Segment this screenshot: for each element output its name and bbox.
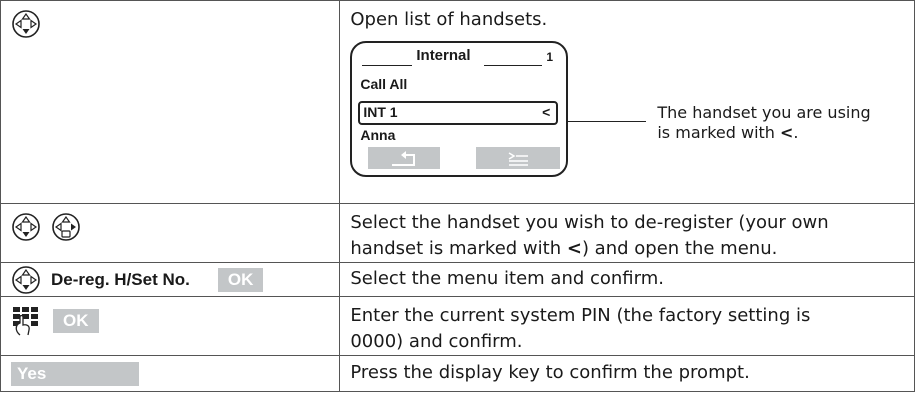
step-description: Press the display key to confirm the pro… [350,362,750,383]
own-handset-marker: < [566,238,582,259]
step-description: Open list of handsets. [350,9,548,30]
description-cell: Open list of handsets. Internal 1 Call A… [339,0,915,204]
control-key-down-icon [12,213,40,241]
softkey-left [368,147,441,169]
control-key-menu-icon [52,213,80,241]
instruction-table: Open list of handsets. Internal 1 Call A… [0,0,915,392]
action-cell [0,0,341,204]
callout-line [566,121,647,122]
callout-line-2: is marked with <. [657,123,870,143]
callout-prefix: is marked with [657,123,781,142]
display-item-selected: INT 1 < [358,101,559,125]
table-row: Select the handset you wish to de-regist… [0,203,915,263]
ok-key: OK [53,309,99,333]
own-handset-marker: < [542,104,551,120]
control-key-down-icon [12,266,40,294]
action-cell: OK [0,296,341,356]
control-key-icon [12,10,40,38]
description-cell: Press the display key to confirm the pro… [339,355,915,392]
callout-line-1: The handset you are using [657,103,871,122]
display-item: Call All [360,76,408,92]
yes-key: Yes [11,362,139,386]
step-description: Select the menu item and confirm. [350,268,664,289]
description-line-1: Select the handset you wish to de-regist… [350,212,829,233]
text-part: handset is marked with [350,238,567,259]
text-part: ) and open the menu. [581,238,778,259]
back-arrow-icon [392,151,416,166]
description-cell: Enter the current system PIN (the factor… [339,296,915,356]
description-line-1: Enter the current system PIN (the factor… [350,305,811,326]
callout-marker: < [780,123,794,142]
table-row: Yes Press the display key to confirm the… [0,355,915,392]
display-item: INT 1 [363,104,398,120]
softkey-right [476,147,561,169]
description-line-2: handset is marked with <) and open the m… [350,236,904,262]
callout-text: The handset you are using is marked with… [657,103,870,143]
description-cell: Select the handset you wish to de-regist… [339,203,915,263]
action-cell [0,203,341,263]
description-line-2: 0000) and confirm. [350,331,523,352]
description-cell: Select the menu item and confirm. [339,262,915,297]
menu-item-label: De-reg. H/Set No. [51,270,190,289]
action-cell: De-reg. H/Set No. OK [0,262,341,297]
display-illustration: Internal 1 Call All INT 1 < Anna The han… [340,41,914,201]
display-title: Internal [416,47,471,64]
table-row: Open list of handsets. Internal 1 Call A… [0,0,915,204]
menu-icon [508,152,529,166]
table-row: De-reg. H/Set No. OK Select the menu ite… [0,262,915,297]
step-description: Enter the current system PIN (the factor… [340,297,914,355]
ok-key: OK [217,268,264,292]
step-description: Select the handset you wish to de-regist… [340,204,914,262]
action-cell: Yes [0,355,341,392]
display-title-number: 1 [546,50,554,64]
keypad-icon [13,307,38,336]
handset-display: Internal 1 Call All INT 1 < Anna [350,41,569,177]
callout-suffix: . [793,123,799,142]
display-item: Anna [360,127,396,143]
table-row: OK Enter the current system PIN (the fac… [0,296,915,356]
